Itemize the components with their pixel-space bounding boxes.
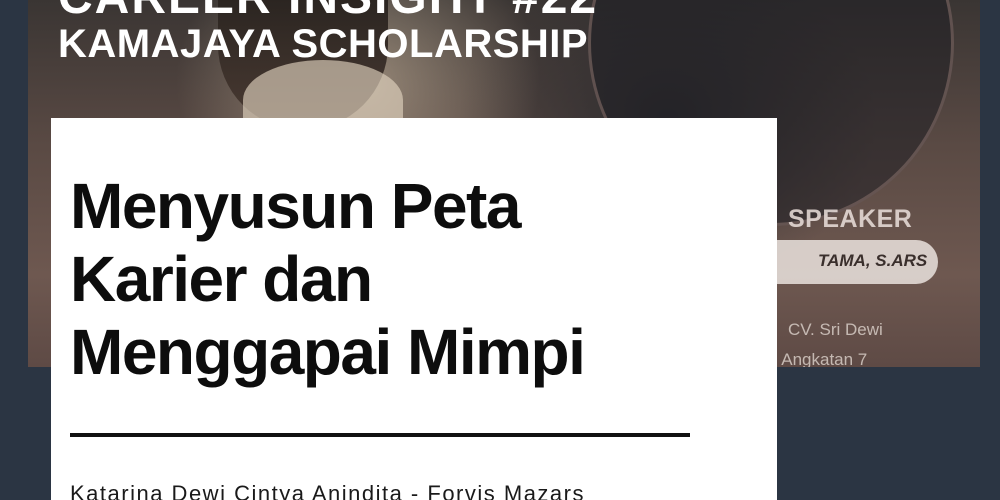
title-divider — [70, 433, 690, 437]
speaker-name: TAMA, S.ARS — [818, 251, 928, 270]
article-title-line: Menggapai Mimpi — [70, 316, 586, 388]
article-title: Menyusun Peta Karier dan Menggapai Mimpi — [70, 170, 690, 389]
speaker-affiliation: CV. Sri Dewi — [788, 320, 883, 339]
organizer-title: KAMAJAYA SCHOLARSHIP — [58, 22, 589, 66]
article-byline: Katarina Dewi Cintya Anindita - Forvis M… — [70, 481, 585, 500]
speaker-label: SPEAKER — [788, 205, 913, 233]
page: SPEAKER TAMA, S.ARS CV. Sri Dewi p Angka… — [0, 0, 1000, 500]
article-card[interactable]: Menyusun Peta Karier dan Menggapai Mimpi… — [51, 118, 777, 500]
article-title-line: Karier dan — [70, 243, 373, 315]
speaker-cohort: p Angkatan 7 — [768, 350, 868, 367]
article-title-line: Menyusun Peta — [70, 170, 521, 242]
